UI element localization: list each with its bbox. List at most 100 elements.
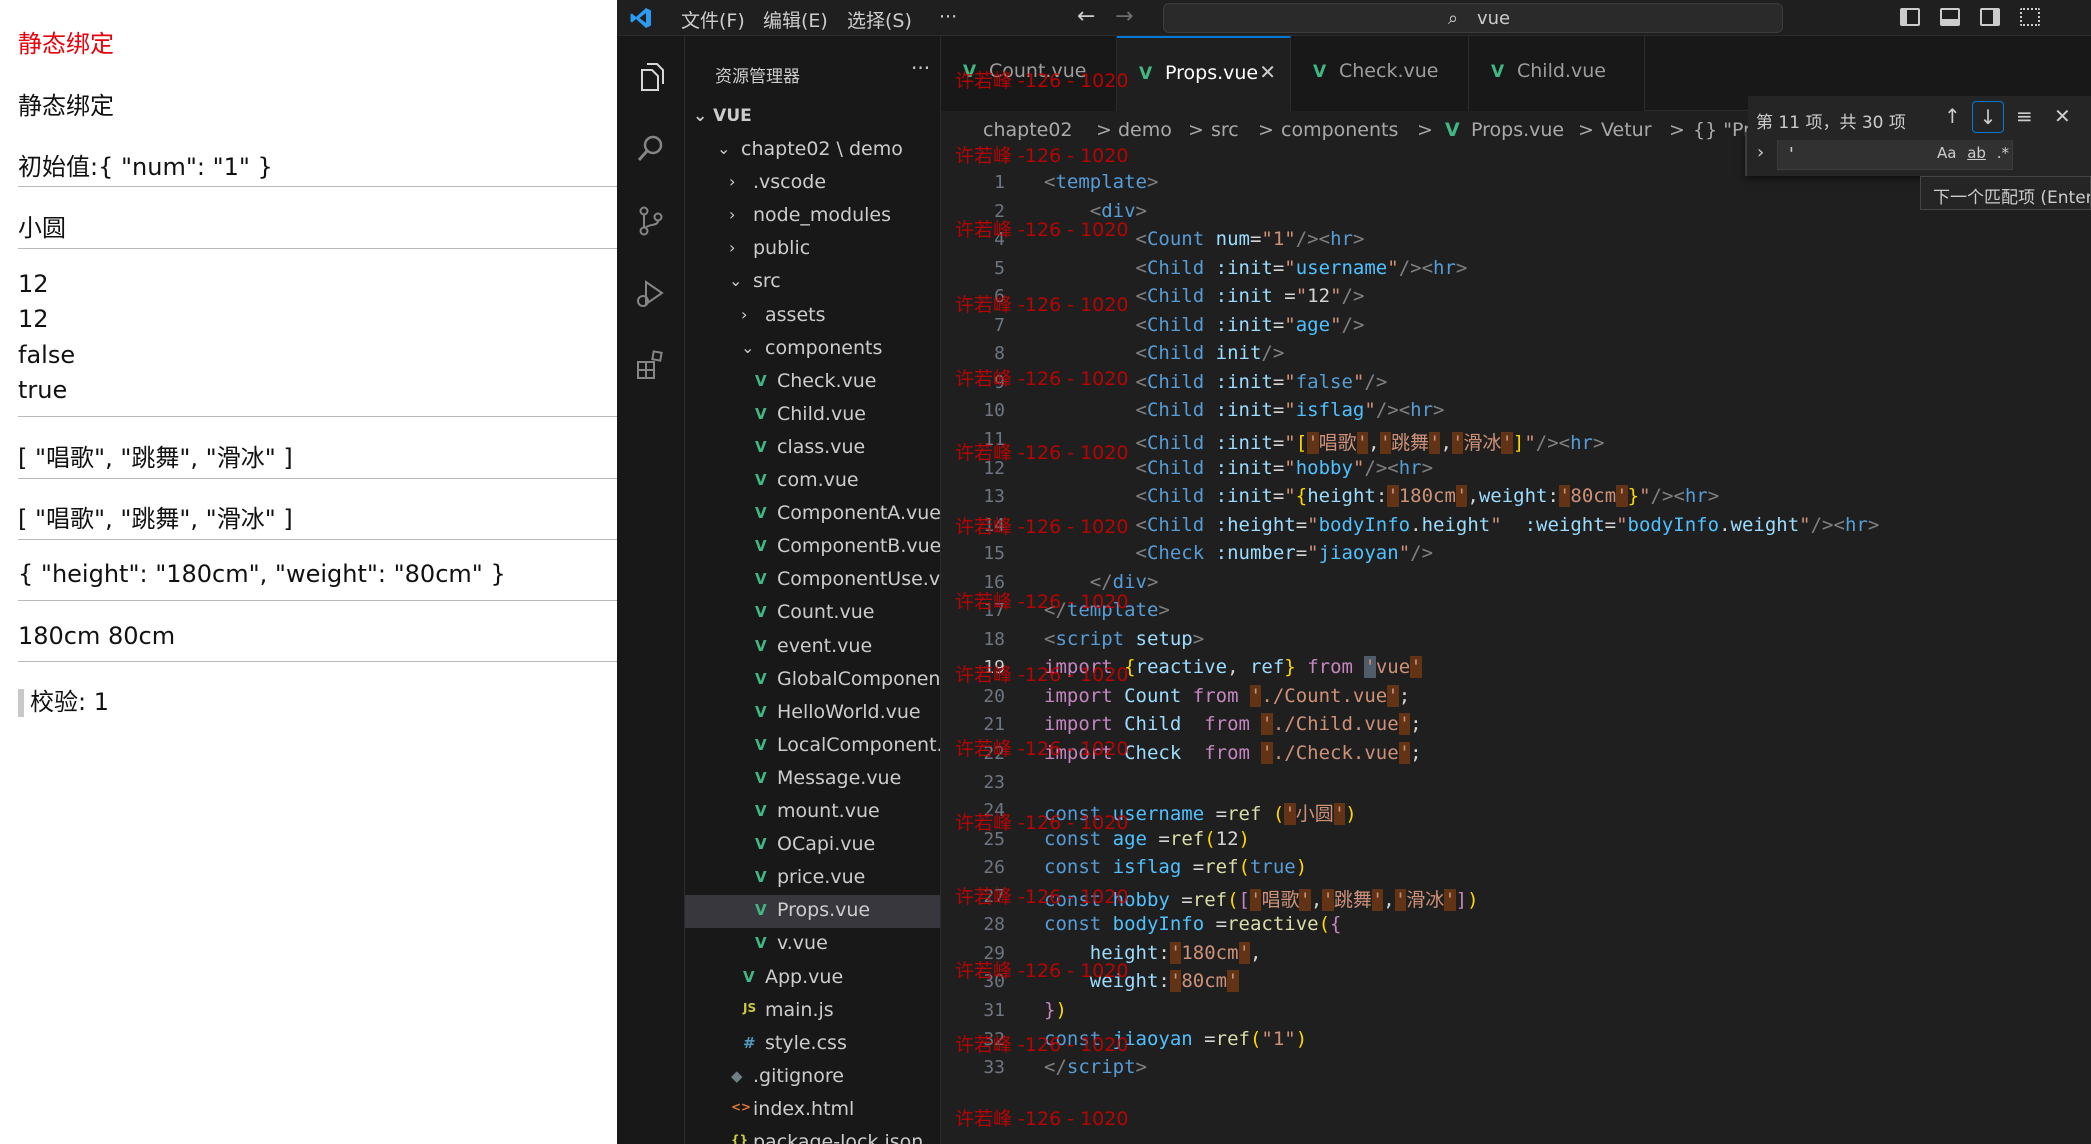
chevron-down-icon: ⌄ — [741, 337, 755, 357]
close-icon[interactable]: ✕ — [1259, 60, 1276, 84]
tree-item[interactable]: V Count.vue — [685, 597, 940, 630]
preview-static-binding: 静态绑定 — [18, 92, 114, 120]
code-line[interactable]: 28 const bodyInfo =reactive({ — [941, 911, 2091, 940]
previous-match-icon[interactable]: ↑ — [1944, 104, 1961, 128]
menu-file[interactable]: 文件(F) — [681, 6, 745, 33]
customize-layout-icon[interactable] — [2020, 8, 2040, 26]
code-line[interactable]: 10 <Child :init="isflag"/><hr> — [941, 397, 2091, 426]
more-actions-icon[interactable]: ··· — [911, 56, 930, 80]
code-line[interactable]: 5 <Child :init="username"/><hr> — [941, 255, 2091, 284]
breadcrumb-sep: > — [1669, 119, 1685, 141]
breadcrumb-item[interactable]: Props.vue — [1471, 119, 1564, 141]
toggle-secondary-sidebar-icon[interactable] — [1980, 8, 2000, 26]
tree-item[interactable]: V Props.vue — [685, 895, 940, 929]
tree-item[interactable]: › assets — [685, 300, 940, 333]
tree-item[interactable]: JS main.js — [685, 995, 940, 1028]
code-line[interactable]: 13 <Child :init="{height:'180cm',weight:… — [941, 483, 2091, 512]
toggle-replace-icon[interactable]: › — [1757, 142, 1764, 163]
tree-item[interactable]: Vclass.vue — [685, 432, 940, 465]
tree-item-label: Child.vue — [777, 402, 866, 425]
menu-more[interactable]: ··· — [939, 6, 957, 28]
menu-edit[interactable]: 编辑(E) — [763, 6, 828, 33]
tree-item[interactable]: Vprice.vue — [685, 862, 940, 895]
tree-item[interactable]: Vv.vue — [685, 928, 940, 961]
tree-item-label: price.vue — [777, 866, 866, 889]
regex-icon[interactable]: .* — [1997, 144, 2009, 162]
tree-item[interactable]: ⌄ components — [685, 333, 940, 366]
tree-item[interactable]: V GlobalComponen... — [685, 664, 940, 697]
tree-item[interactable]: V Message.vue — [685, 763, 940, 796]
run-debug-icon[interactable] — [634, 276, 668, 310]
find-in-selection-icon[interactable]: ≡ — [2016, 104, 2033, 128]
code-text: <Child init/> — [1135, 342, 1285, 365]
breadcrumb-item[interactable]: src — [1211, 119, 1239, 141]
match-word-icon[interactable]: ab — [1967, 144, 1986, 162]
tree-item[interactable]: › public — [685, 233, 940, 266]
tree-item[interactable]: › .vscode — [685, 167, 940, 200]
breadcrumb-item[interactable]: components — [1281, 119, 1398, 141]
tree-item[interactable]: V ComponentUse.v... — [685, 564, 940, 597]
tree-item[interactable]: ⌄ src — [685, 266, 940, 299]
tree-item[interactable]: V Check.vue — [685, 366, 940, 399]
preview-body-object: { "height": "180cm", "weight": "80cm" } — [18, 560, 506, 588]
code-line[interactable]: 23 — [941, 769, 2091, 798]
code-line[interactable]: 31}) — [941, 997, 2091, 1026]
tree-item[interactable]: {} package-lock.json — [685, 1127, 940, 1144]
watermark-text: 许若峰 -126 - 1020 — [955, 145, 1129, 167]
tree-item[interactable]: Vcom.vue — [685, 465, 940, 498]
tree-item[interactable]: # style.css — [685, 1028, 940, 1061]
code-line[interactable]: 26 const isflag =ref(true) — [941, 854, 2091, 883]
menu-select[interactable]: 选择(S) — [847, 6, 912, 33]
breadcrumb-sep: > — [1578, 119, 1594, 141]
breadcrumb-item[interactable]: Vetur — [1601, 119, 1652, 141]
match-case-icon[interactable]: Aa — [1937, 144, 1956, 162]
preview-check: 校验: 1 — [30, 688, 109, 716]
tree-item[interactable]: V ComponentB.vue — [685, 531, 940, 564]
tree-item[interactable]: V App.vue — [685, 962, 940, 995]
find-widget-controls: 第 11 项，共 30 项 ↑ ↓ ≡ ✕ — [1748, 96, 2091, 140]
tree-item[interactable]: › node_modules — [685, 200, 940, 233]
vue-file-icon: V — [755, 901, 767, 920]
json-file-icon: {} — [731, 1133, 749, 1144]
workspace-root[interactable]: ⌄ VUE — [693, 106, 752, 126]
code-line[interactable]: 18 <script setup> — [941, 626, 2091, 655]
tree-item[interactable]: V HelloWorld.vue — [685, 697, 940, 730]
tab-check-vue[interactable]: V Check.vue — [1291, 36, 1469, 111]
tree-item[interactable]: V Child.vue — [685, 399, 940, 432]
tree-item[interactable]: V ComponentA.vue — [685, 498, 940, 531]
search-icon[interactable] — [634, 132, 668, 166]
command-center[interactable]: ⌕ vue — [1163, 3, 1783, 33]
tree-item[interactable]: V LocalComponent.... — [685, 730, 940, 763]
preview-body-props: 180cm 80cm — [18, 622, 176, 650]
toggle-sidebar-icon[interactable] — [1900, 8, 1920, 26]
tree-item[interactable]: V OCapi.vue — [685, 829, 940, 862]
tree-item[interactable]: ◆ .gitignore — [685, 1061, 940, 1094]
tree-item[interactable]: Vmount.vue — [685, 796, 940, 829]
tree-item-label: HelloWorld.vue — [777, 700, 921, 723]
watermark-text: 许若峰 -126 - 1020 — [955, 442, 1129, 464]
extensions-icon[interactable] — [634, 348, 668, 382]
tree-item[interactable]: Vevent.vue — [685, 631, 940, 664]
tree-item[interactable]: <> index.html — [685, 1094, 940, 1127]
preview-check-row: 校验: 1 — [18, 682, 109, 717]
breadcrumb-item[interactable]: demo — [1118, 119, 1172, 141]
code-line[interactable]: 15 <Check :number="jiaoyan"/> — [941, 540, 2091, 569]
chevron-down-icon: ⌄ — [729, 271, 743, 291]
breadcrumb-item[interactable]: chapte02 — [983, 119, 1073, 141]
back-arrow-icon[interactable]: ← — [1077, 4, 1095, 29]
next-match-icon[interactable]: ↓ — [1972, 101, 2004, 133]
source-control-icon[interactable] — [634, 204, 668, 238]
tab-props-vue[interactable]: V Props.vue ✕ — [1117, 36, 1291, 111]
tree-item-label: OCapi.vue — [777, 833, 876, 856]
code-line[interactable]: 33 </script> — [941, 1054, 2091, 1083]
vue-file-icon: V — [755, 371, 767, 390]
tab-child-vue[interactable]: V Child.vue — [1469, 36, 1645, 111]
tree-item[interactable]: ⌄ chapte02 \ demo — [685, 134, 940, 167]
line-number: 5 — [994, 257, 1005, 279]
code-line[interactable]: 20 import Count from './Count.vue'; — [941, 683, 2091, 712]
toggle-panel-icon[interactable] — [1940, 8, 1960, 26]
forward-arrow-icon[interactable]: → — [1115, 4, 1133, 29]
close-icon[interactable]: ✕ — [2054, 104, 2071, 128]
breadcrumb-sep: > — [1096, 119, 1112, 141]
explorer-icon[interactable] — [634, 60, 668, 94]
